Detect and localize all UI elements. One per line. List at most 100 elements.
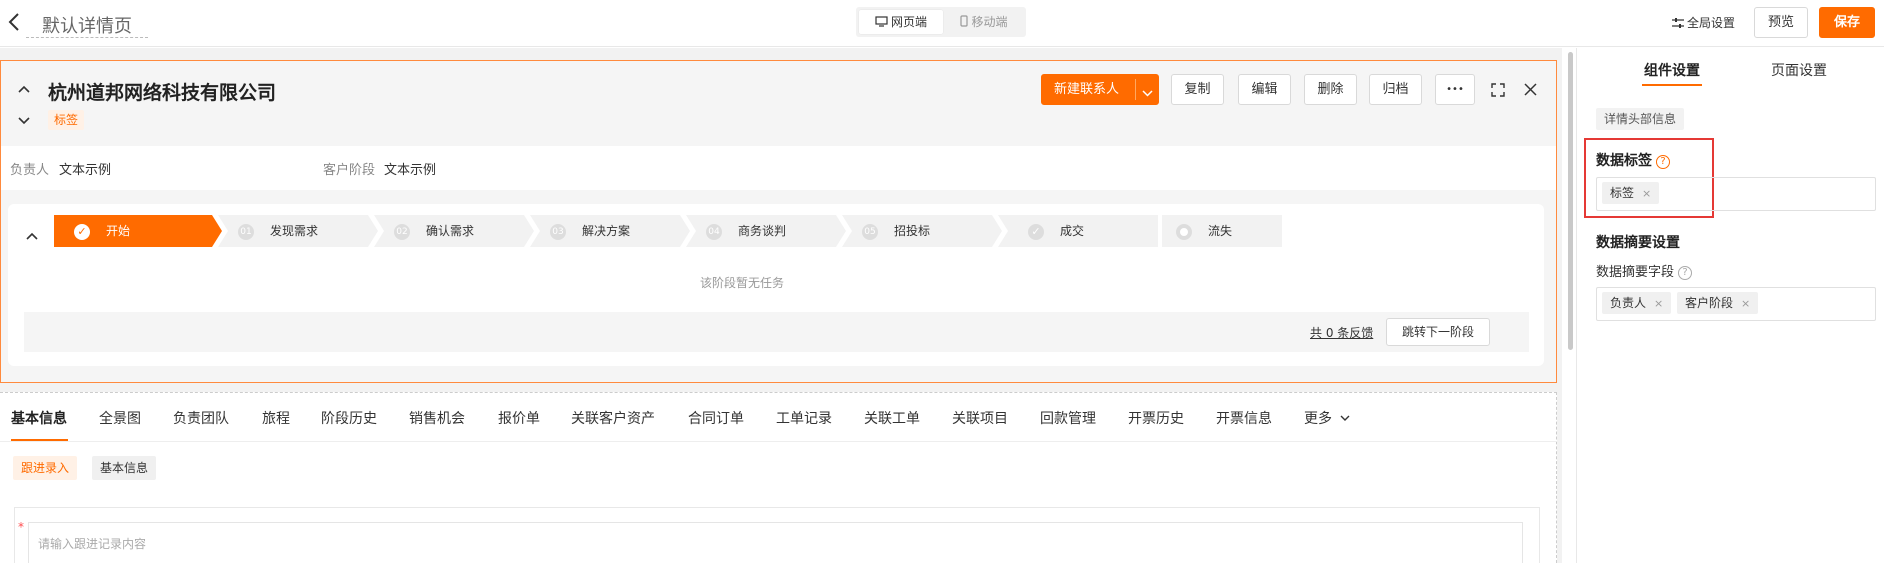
monitor-icon	[875, 16, 888, 27]
stage-confirm-num: 02	[394, 223, 410, 240]
tab-team[interactable]: 负责团队	[173, 408, 229, 428]
stage-solution-label: 解决方案	[582, 224, 631, 238]
tab-component-settings[interactable]: 组件设置	[1644, 60, 1700, 80]
required-mark: *	[18, 520, 24, 534]
stage-won[interactable]: ✓ 成交	[1028, 215, 1084, 247]
tab-quotation[interactable]: 报价单	[498, 408, 540, 428]
tab-related-projects[interactable]: 关联项目	[952, 408, 1008, 428]
remove-icon[interactable]: ×	[1654, 297, 1663, 310]
summary-tag-owner: 负责人 ×	[1602, 292, 1672, 314]
remove-icon[interactable]: ×	[1642, 187, 1651, 200]
stage-bidding[interactable]: 05 招投标	[862, 215, 930, 247]
tab-stage-history[interactable]: 阶段历史	[321, 408, 377, 428]
stage-discover-num: 01	[238, 223, 254, 240]
tab-more[interactable]: 更多	[1304, 408, 1350, 428]
mobile-device-button[interactable]: 移动端	[942, 10, 1026, 34]
web-device-button[interactable]: 网页端	[859, 10, 943, 34]
close-icon[interactable]	[1524, 83, 1537, 100]
preview-button[interactable]: 预览	[1754, 7, 1808, 38]
panel-tab-indicator	[1642, 84, 1702, 86]
expand-down-icon[interactable]	[18, 114, 30, 129]
tab-related-tickets[interactable]: 关联工单	[864, 408, 920, 428]
stage-start[interactable]: ✓ 开始	[74, 215, 130, 247]
tab-sales-opportunity[interactable]: 销售机会	[409, 408, 465, 428]
fullscreen-icon[interactable]	[1491, 83, 1505, 101]
header-tag: 标签	[48, 110, 85, 130]
owner-value: 文本示例	[59, 163, 112, 178]
tab-invoice-history[interactable]: 开票历史	[1128, 408, 1184, 428]
stage-confirm[interactable]: 02 确认需求	[394, 215, 474, 247]
sliders-icon	[1672, 18, 1684, 28]
archive-button[interactable]: 归档	[1369, 74, 1422, 105]
stage-solution-num: 03	[550, 223, 566, 240]
edit-button[interactable]: 编辑	[1238, 74, 1291, 105]
summary-field-label-text: 数据摘要字段	[1596, 265, 1675, 280]
stage-bidding-label: 招投标	[894, 224, 931, 238]
remove-icon[interactable]: ×	[1741, 297, 1750, 310]
summary-tag-stage-label: 客户阶段	[1685, 296, 1734, 310]
company-name: 杭州道邦网络科技有限公司	[48, 82, 277, 104]
summary-field-label: 数据摘要字段?	[1596, 261, 1693, 280]
feedback-link[interactable]: 共 0 条反馈	[1310, 324, 1373, 341]
tab-payment-management[interactable]: 回款管理	[1040, 408, 1096, 428]
check-icon: ✓	[74, 223, 90, 240]
stage-lost[interactable]: 流失	[1176, 215, 1232, 247]
section-chip: 详情头部信息	[1596, 108, 1685, 130]
stage-collapse-icon[interactable]	[26, 229, 38, 244]
followup-input[interactable]	[28, 522, 1523, 563]
stage-bidding-num: 05	[862, 223, 878, 240]
stage-value: 文本示例	[384, 163, 437, 178]
radio-circle-icon	[1176, 223, 1192, 240]
tab-invoice-info[interactable]: 开票信息	[1216, 408, 1272, 428]
page-title: 默认详情页	[42, 16, 132, 37]
data-tag-chip: 标签 ×	[1602, 182, 1660, 204]
help-icon[interactable]: ?	[1656, 155, 1670, 169]
delete-button[interactable]: 删除	[1304, 74, 1357, 105]
subtab-basic-info[interactable]: 基本信息	[92, 456, 157, 480]
stage-negotiation-label: 商务谈判	[738, 224, 787, 238]
tabs-divider	[0, 441, 1557, 442]
split-divider	[1135, 79, 1136, 100]
followup-placeholder: 请输入跟进记录内容	[38, 537, 147, 551]
new-contact-dropdown-icon[interactable]	[1142, 86, 1153, 101]
chevron-down-icon	[1340, 415, 1350, 421]
tab-ticket-records[interactable]: 工单记录	[776, 408, 832, 428]
mobile-device-label: 移动端	[971, 15, 1008, 29]
collapse-up-icon[interactable]	[18, 82, 30, 97]
page-title-field[interactable]: 默认详情页	[26, 8, 148, 38]
canvas-scrollbar-thumb[interactable]	[1568, 52, 1573, 350]
back-arrow-icon[interactable]	[8, 12, 20, 35]
save-button[interactable]: 保存	[1819, 7, 1875, 38]
empty-task-message: 该阶段暂无任务	[700, 276, 785, 290]
device-switch: 网页端 移动端	[856, 7, 1026, 37]
tab-panorama[interactable]: 全景图	[99, 408, 141, 428]
stage-confirm-label: 确认需求	[426, 224, 475, 238]
summary-tag-owner-label: 负责人	[1610, 296, 1647, 310]
stage-start-label: 开始	[106, 224, 131, 238]
help-icon[interactable]: ?	[1678, 266, 1693, 280]
next-stage-button[interactable]: 跳转下一阶段	[1386, 318, 1490, 346]
check-icon: ✓	[1028, 223, 1044, 240]
stage-discover-label: 发现需求	[270, 224, 319, 238]
web-device-label: 网页端	[890, 15, 927, 29]
tab-basic-info[interactable]: 基本信息	[11, 408, 67, 428]
stage-solution[interactable]: 03 解决方案	[550, 215, 630, 247]
copy-button[interactable]: 复制	[1171, 74, 1224, 105]
summary-settings-title: 数据摘要设置	[1596, 235, 1680, 251]
global-settings-button[interactable]: 全局设置	[1672, 14, 1735, 31]
tab-journey[interactable]: 旅程	[262, 408, 290, 428]
data-tag-title-text: 数据标签	[1596, 153, 1652, 169]
stage-discover[interactable]: 01 发现需求	[238, 215, 318, 247]
summary-tag-stage: 客户阶段 ×	[1677, 292, 1759, 314]
summary-fields-row	[1, 146, 1556, 190]
subtab-followup[interactable]: 跟进录入	[13, 456, 78, 480]
tab-customer-assets[interactable]: 关联客户资产	[571, 408, 655, 428]
stage-negotiation-num: 04	[706, 223, 722, 240]
owner-label: 负责人	[10, 163, 50, 178]
data-tag-title: 数据标签?	[1596, 150, 1670, 170]
tab-contract-orders[interactable]: 合同订单	[688, 408, 744, 428]
tab-more-label: 更多	[1304, 411, 1332, 427]
stage-negotiation[interactable]: 04 商务谈判	[706, 215, 786, 247]
tab-page-settings[interactable]: 页面设置	[1771, 60, 1827, 80]
more-actions-button[interactable]: •••	[1435, 74, 1475, 105]
